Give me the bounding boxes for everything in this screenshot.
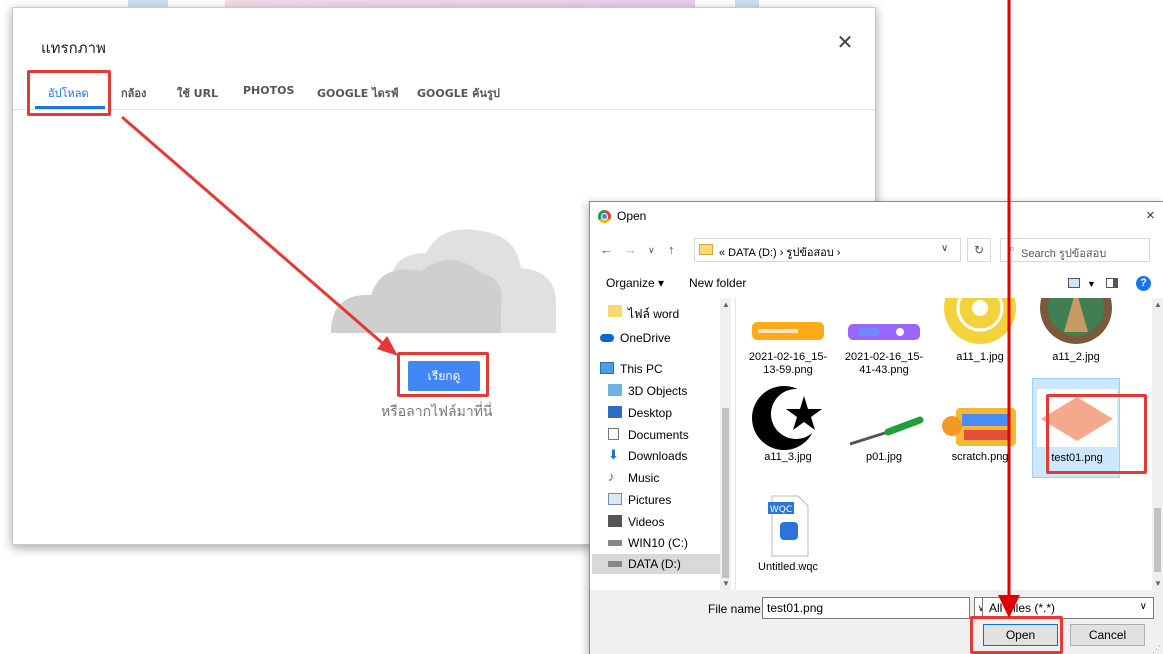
annotation-arrows [121, 0, 1020, 618]
screenshot-canvas: แทรกภาพ ✕ อัปโหลด กล้อง ใช้ URL PHOTOS G… [0, 0, 1163, 654]
